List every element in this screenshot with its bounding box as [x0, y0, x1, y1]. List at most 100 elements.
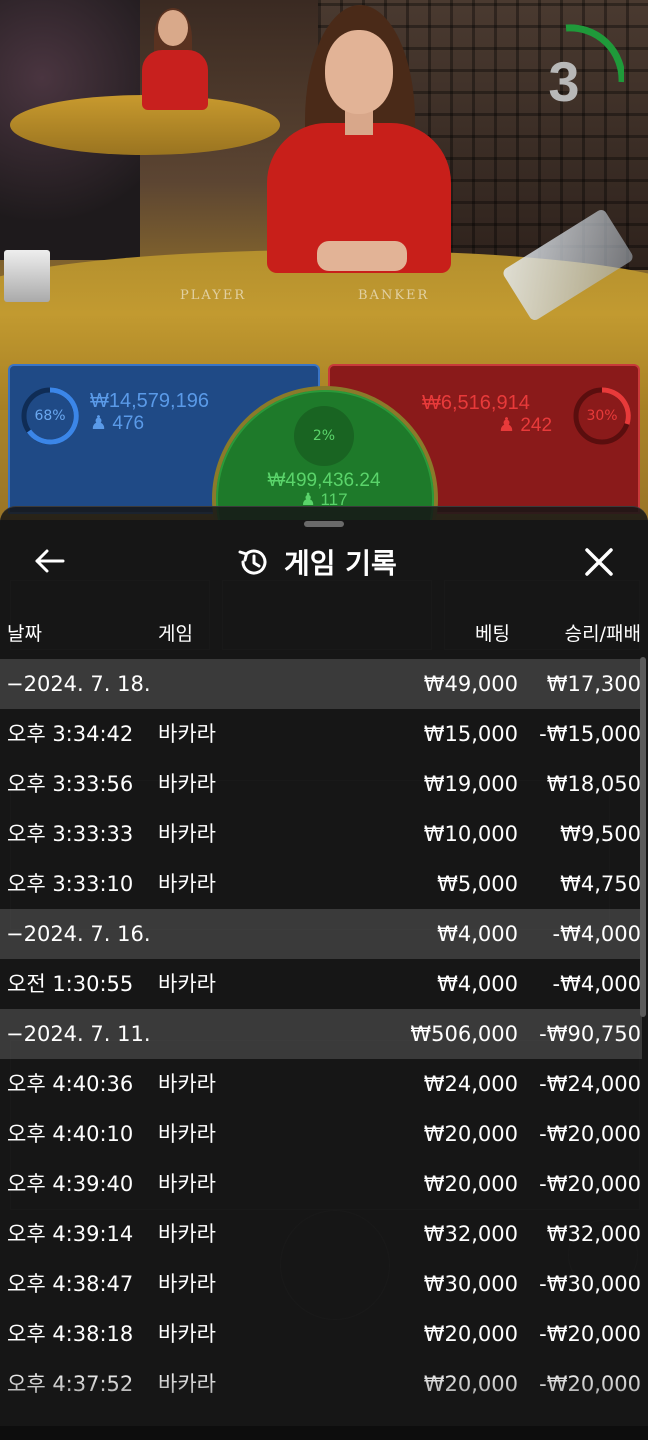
- result-total: ₩17,300: [546, 672, 641, 696]
- history-row: 오후 4:40:10 바카라 ₩20,000 -₩20,000: [0, 1109, 642, 1159]
- row-result: -₩24,000: [539, 1072, 641, 1096]
- history-row: 오후 4:39:40 바카라 ₩20,000 -₩20,000: [0, 1159, 642, 1209]
- history-row: 오후 4:38:47 바카라 ₩30,000 -₩30,000: [0, 1259, 642, 1309]
- history-row: 오후 3:33:56 바카라 ₩19,000 ₩18,050: [0, 759, 642, 809]
- tie-amount: ₩499,436.24: [267, 470, 381, 491]
- row-bet: ₩10,000: [423, 822, 518, 846]
- row-time: 오후 3:33:10: [7, 872, 134, 896]
- row-game: 바카라: [158, 822, 216, 846]
- background-dealer: [140, 8, 210, 110]
- table-label-player: PLAYER: [180, 288, 247, 303]
- row-game: 바카라: [158, 972, 216, 996]
- row-bet: ₩15,000: [423, 722, 518, 746]
- banker-amount: ₩6,516,914: [422, 392, 530, 414]
- column-header-result: 승리/패배: [564, 623, 641, 645]
- sheet-title-text: 게임 기록: [284, 547, 397, 580]
- row-game: 바카라: [158, 1122, 216, 1146]
- sheet-drag-handle[interactable]: [304, 521, 344, 527]
- history-row: 오후 4:38:18 바카라 ₩20,000 -₩20,000: [0, 1309, 642, 1359]
- history-clock-icon: [238, 549, 267, 575]
- row-time: 오후 3:33:56: [7, 772, 134, 796]
- dealer: [255, 5, 455, 275]
- row-bet: ₩20,000: [423, 1122, 518, 1146]
- bet-total: ₩4,000: [437, 922, 518, 946]
- row-result: -₩20,000: [539, 1172, 641, 1196]
- row-result: -₩30,000: [539, 1272, 641, 1296]
- row-time: 오후 3:33:33: [7, 822, 134, 846]
- banker-pct: 30%: [586, 408, 618, 424]
- row-time: 오후 4:39:14: [7, 1222, 134, 1246]
- row-time: 오후 4:39:40: [7, 1172, 134, 1196]
- close-button[interactable]: [578, 541, 620, 583]
- player-count: ♟ 476: [90, 412, 144, 435]
- row-game: 바카라: [158, 1322, 216, 1346]
- history-row: 오전 1:30:55 바카라 ₩4,000 -₩4,000: [0, 959, 642, 1009]
- column-header-game: 게임: [158, 623, 193, 645]
- row-game: 바카라: [158, 1072, 216, 1096]
- result-total: -₩90,750: [539, 1022, 641, 1046]
- row-time: 오전 1:30:55: [7, 972, 134, 996]
- row-game: 바카라: [158, 772, 216, 796]
- banker-ratio-ring: 30%: [572, 386, 632, 446]
- bet-countdown: 3: [524, 22, 624, 122]
- scrollbar[interactable]: [640, 657, 646, 1017]
- row-result: ₩4,750: [560, 872, 641, 896]
- row-time: 오후 4:40:10: [7, 1122, 134, 1146]
- row-time: 오후 4:38:18: [7, 1322, 134, 1346]
- row-time: 오후 4:38:47: [7, 1272, 134, 1296]
- banker-count-value: 242: [520, 415, 553, 436]
- column-header-date: 날짜: [7, 623, 42, 645]
- history-row: 오후 3:33:10 바카라 ₩5,000 ₩4,750: [0, 859, 642, 909]
- row-game: 바카라: [158, 1222, 216, 1246]
- bet-total: ₩49,000: [423, 672, 518, 696]
- row-bet: ₩4,000: [437, 972, 518, 996]
- date-label: −2024. 7. 16.: [6, 922, 151, 946]
- person-icon: ♟: [498, 415, 516, 436]
- row-bet: ₩30,000: [423, 1272, 518, 1296]
- row-result: ₩9,500: [560, 822, 641, 846]
- date-group-row[interactable]: −2024. 7. 11. ₩506,000 -₩90,750: [0, 1009, 642, 1059]
- countdown-number: 3: [548, 50, 580, 113]
- row-game: 바카라: [158, 722, 216, 746]
- row-result: -₩15,000: [539, 722, 641, 746]
- date-label: −2024. 7. 18.: [6, 672, 151, 696]
- row-game: 바카라: [158, 1172, 216, 1196]
- row-result: ₩18,050: [546, 772, 641, 796]
- history-row: 오후 4:39:14 바카라 ₩32,000 ₩32,000: [0, 1209, 642, 1259]
- history-row: 오후 4:40:36 바카라 ₩24,000 -₩24,000: [0, 1059, 642, 1109]
- row-time: 오후 4:40:36: [7, 1072, 134, 1096]
- game-history-sheet: 게임 기록 날짜 게임 베팅 승리/패배 −2024. 7. 18. ₩49,00…: [0, 506, 648, 1440]
- history-list[interactable]: −2024. 7. 18. ₩49,000 ₩17,300 오후 3:34:42 바카라…: [0, 659, 642, 1409]
- player-amount: ₩14,579,196: [90, 390, 209, 412]
- arrow-left-icon: [35, 549, 65, 573]
- sheet-title: 게임 기록: [236, 539, 397, 585]
- back-button[interactable]: [30, 541, 70, 581]
- row-result: ₩32,000: [546, 1222, 641, 1246]
- date-label: −2024. 7. 11.: [6, 1022, 151, 1046]
- row-bet: ₩24,000: [423, 1072, 518, 1096]
- system-bottom-bar: [0, 1426, 648, 1440]
- row-game: 바카라: [158, 872, 216, 896]
- column-header-bet: 베팅: [475, 623, 510, 645]
- row-bet: ₩19,000: [423, 772, 518, 796]
- person-icon: ♟: [90, 413, 108, 434]
- history-row: 오후 3:33:33 바카라 ₩10,000 ₩9,500: [0, 809, 642, 859]
- row-result: -₩20,000: [539, 1122, 641, 1146]
- row-time: 오후 3:34:42: [7, 722, 134, 746]
- player-count-value: 476: [112, 413, 145, 434]
- result-total: -₩4,000: [552, 922, 641, 946]
- date-group-row[interactable]: −2024. 7. 18. ₩49,000 ₩17,300: [0, 659, 642, 709]
- table-label-banker: BANKER: [358, 288, 430, 303]
- tie-pct: 2%: [312, 428, 336, 444]
- close-x-icon: [585, 548, 613, 576]
- row-bet: ₩32,000: [423, 1222, 518, 1246]
- row-bet: ₩20,000: [423, 1322, 518, 1346]
- history-row: 오후 3:34:42 바카라 ₩15,000 -₩15,000: [0, 709, 642, 759]
- banker-count: ♟ 242: [498, 414, 552, 437]
- row-bet: ₩5,000: [437, 872, 518, 896]
- row-result: -₩4,000: [552, 972, 641, 996]
- player-ratio-ring: 68%: [20, 386, 80, 446]
- row-game: 바카라: [158, 1272, 216, 1296]
- date-group-row[interactable]: −2024. 7. 16. ₩4,000 -₩4,000: [0, 909, 642, 959]
- discard-box: [4, 250, 50, 302]
